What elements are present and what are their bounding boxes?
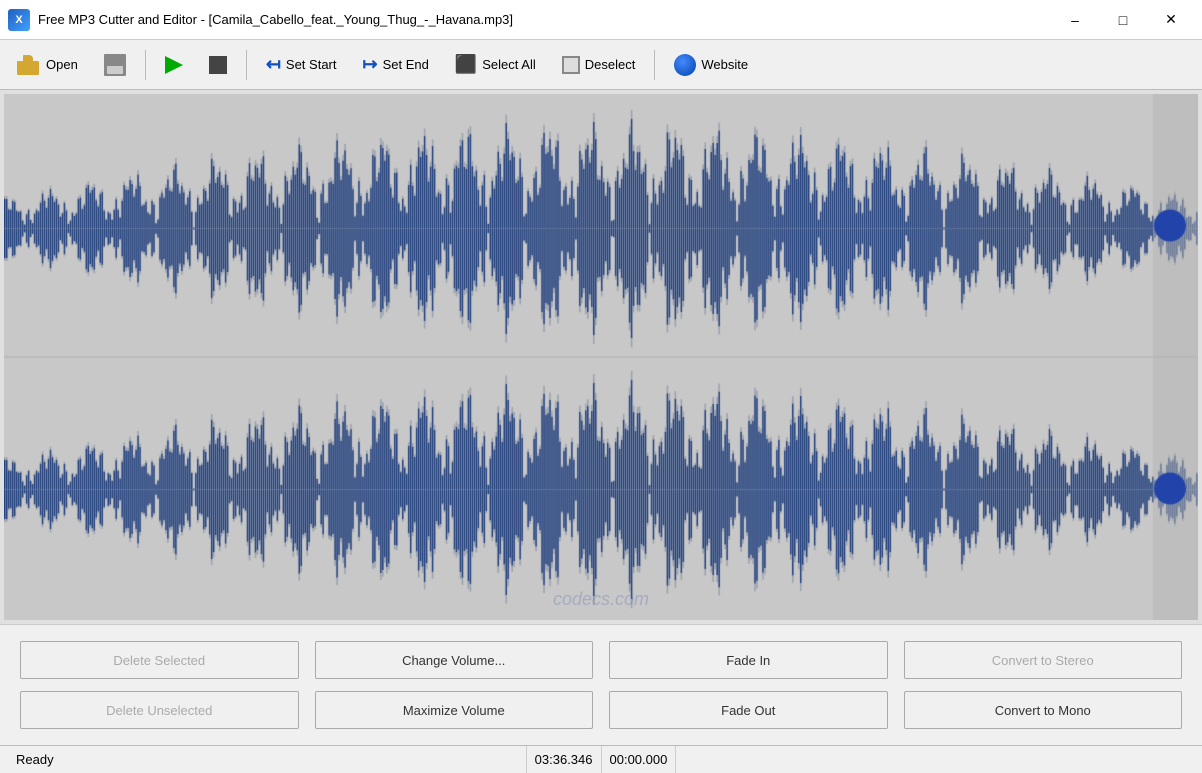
stop-button[interactable] — [198, 46, 238, 84]
save-button[interactable] — [93, 46, 137, 84]
open-label: Open — [46, 57, 78, 72]
website-button[interactable]: Website — [663, 46, 759, 84]
deselect-label: Deselect — [585, 57, 636, 72]
set-start-button[interactable]: ↤ Set Start — [255, 46, 348, 84]
delete-unselected-button[interactable]: Delete Unselected — [20, 691, 299, 729]
fade-in-button[interactable]: Fade In — [609, 641, 888, 679]
status-section3 — [676, 746, 1194, 773]
select-all-icon: ⬛ — [455, 54, 477, 75]
status-duration-text: 03:36.346 — [535, 752, 593, 767]
select-all-label: Select All — [482, 57, 535, 72]
play-icon — [165, 56, 183, 74]
status-ready: Ready — [8, 746, 527, 773]
play-button[interactable] — [154, 46, 194, 84]
select-all-button[interactable]: ⬛ Select All — [444, 46, 547, 84]
button-row-2: Delete Unselected Maximize Volume Fade O… — [20, 691, 1182, 729]
title-text: Free MP3 Cutter and Editor - [Camila_Cab… — [38, 12, 1052, 27]
close-button[interactable]: ✕ — [1148, 4, 1194, 36]
status-position: 00:00.000 — [602, 746, 677, 773]
change-volume-button[interactable]: Change Volume... — [315, 641, 594, 679]
separator-3 — [654, 50, 655, 80]
window-controls: – □ ✕ — [1052, 4, 1194, 36]
maximize-button[interactable]: □ — [1100, 4, 1146, 36]
open-button[interactable]: Open — [6, 46, 89, 84]
set-end-button[interactable]: ↦ Set End — [351, 46, 439, 84]
status-position-text: 00:00.000 — [610, 752, 668, 767]
status-duration: 03:36.346 — [527, 746, 602, 773]
maximize-volume-button[interactable]: Maximize Volume — [315, 691, 594, 729]
website-icon — [674, 54, 696, 76]
deselect-button[interactable]: Deselect — [551, 46, 647, 84]
set-end-label: Set End — [383, 57, 429, 72]
app-icon: X — [8, 9, 30, 31]
stop-icon — [209, 56, 227, 74]
waveform-canvas-wrapper: codecs.com — [4, 94, 1198, 620]
set-start-icon: ↤ — [266, 54, 281, 75]
status-ready-text: Ready — [16, 752, 54, 767]
fade-out-button[interactable]: Fade Out — [609, 691, 888, 729]
minimize-button[interactable]: – — [1052, 4, 1098, 36]
website-label: Website — [701, 57, 748, 72]
separator-2 — [246, 50, 247, 80]
waveform-canvas — [4, 94, 1198, 620]
bottom-panel: Delete Selected Change Volume... Fade In… — [0, 624, 1202, 745]
button-row-1: Delete Selected Change Volume... Fade In… — [20, 641, 1182, 679]
toolbar: Open ↤ Set Start ↦ Set End ⬛ Select All … — [0, 40, 1202, 90]
deselect-icon — [562, 56, 580, 74]
status-bar: Ready 03:36.346 00:00.000 — [0, 745, 1202, 773]
set-start-label: Set Start — [286, 57, 337, 72]
delete-selected-button[interactable]: Delete Selected — [20, 641, 299, 679]
waveform-container[interactable]: codecs.com — [0, 90, 1202, 624]
set-end-icon: ↦ — [362, 54, 377, 75]
save-icon — [104, 54, 126, 76]
convert-to-stereo-button[interactable]: Convert to Stereo — [904, 641, 1183, 679]
title-bar: X Free MP3 Cutter and Editor - [Camila_C… — [0, 0, 1202, 40]
convert-to-mono-button[interactable]: Convert to Mono — [904, 691, 1183, 729]
open-icon — [17, 53, 41, 77]
separator-1 — [145, 50, 146, 80]
